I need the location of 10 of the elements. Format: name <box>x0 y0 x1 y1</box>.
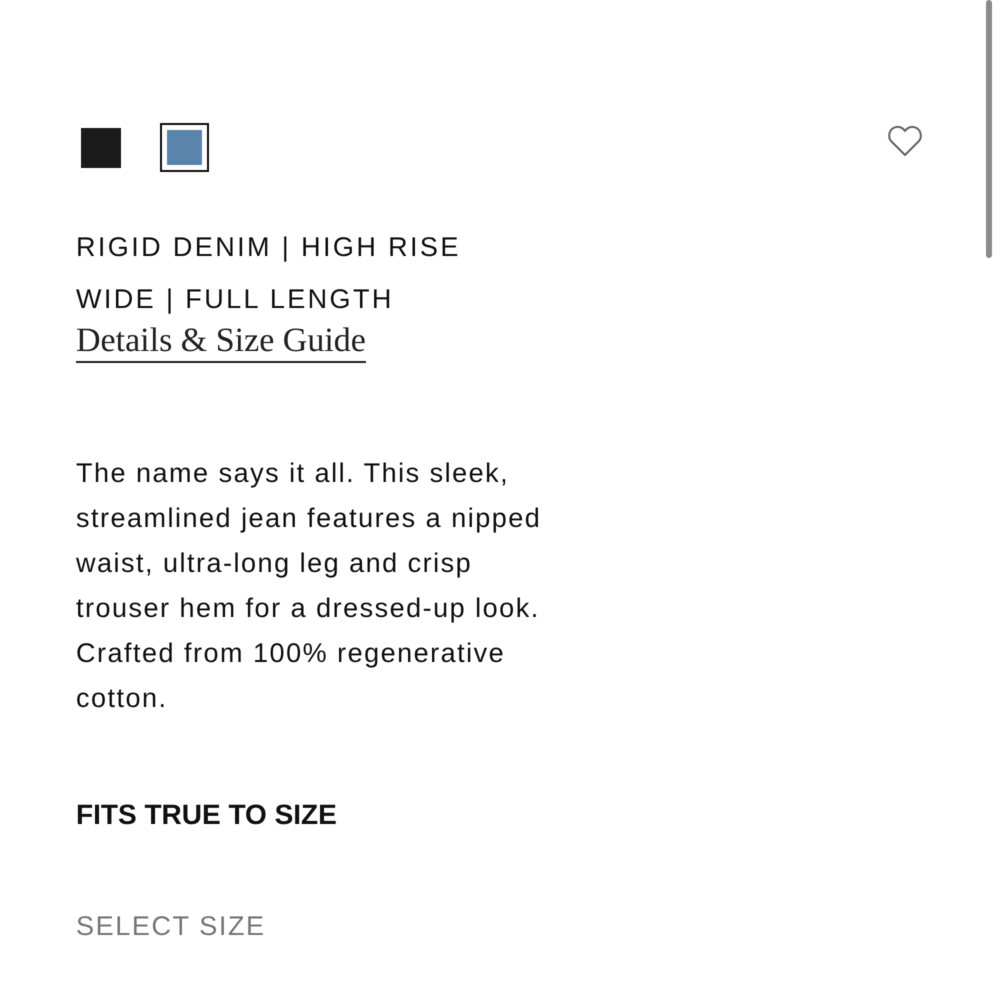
heart-icon[interactable] <box>888 125 922 157</box>
color-swatch[interactable] <box>160 123 209 172</box>
scrollbar-thumb[interactable] <box>986 0 992 258</box>
fit-note: FITS TRUE TO SIZE <box>76 798 337 832</box>
details-size-guide-link[interactable]: Details & Size Guide <box>76 321 366 363</box>
product-attribute-text: RIGID DENIM | HIGH RISE <box>76 231 461 264</box>
select-size-label[interactable]: SELECT SIZE <box>76 908 266 944</box>
product-attribute-text: WIDE | FULL LENGTH <box>76 283 394 316</box>
product-description: The name says it all. This sleek, streamlined jean features a nipped waist, ultra-long leg and crisp trouser hem for a dressed-up look. Crafted from 100% regenerative cotton. <box>76 457 542 715</box>
color-swatch[interactable] <box>80 128 120 168</box>
